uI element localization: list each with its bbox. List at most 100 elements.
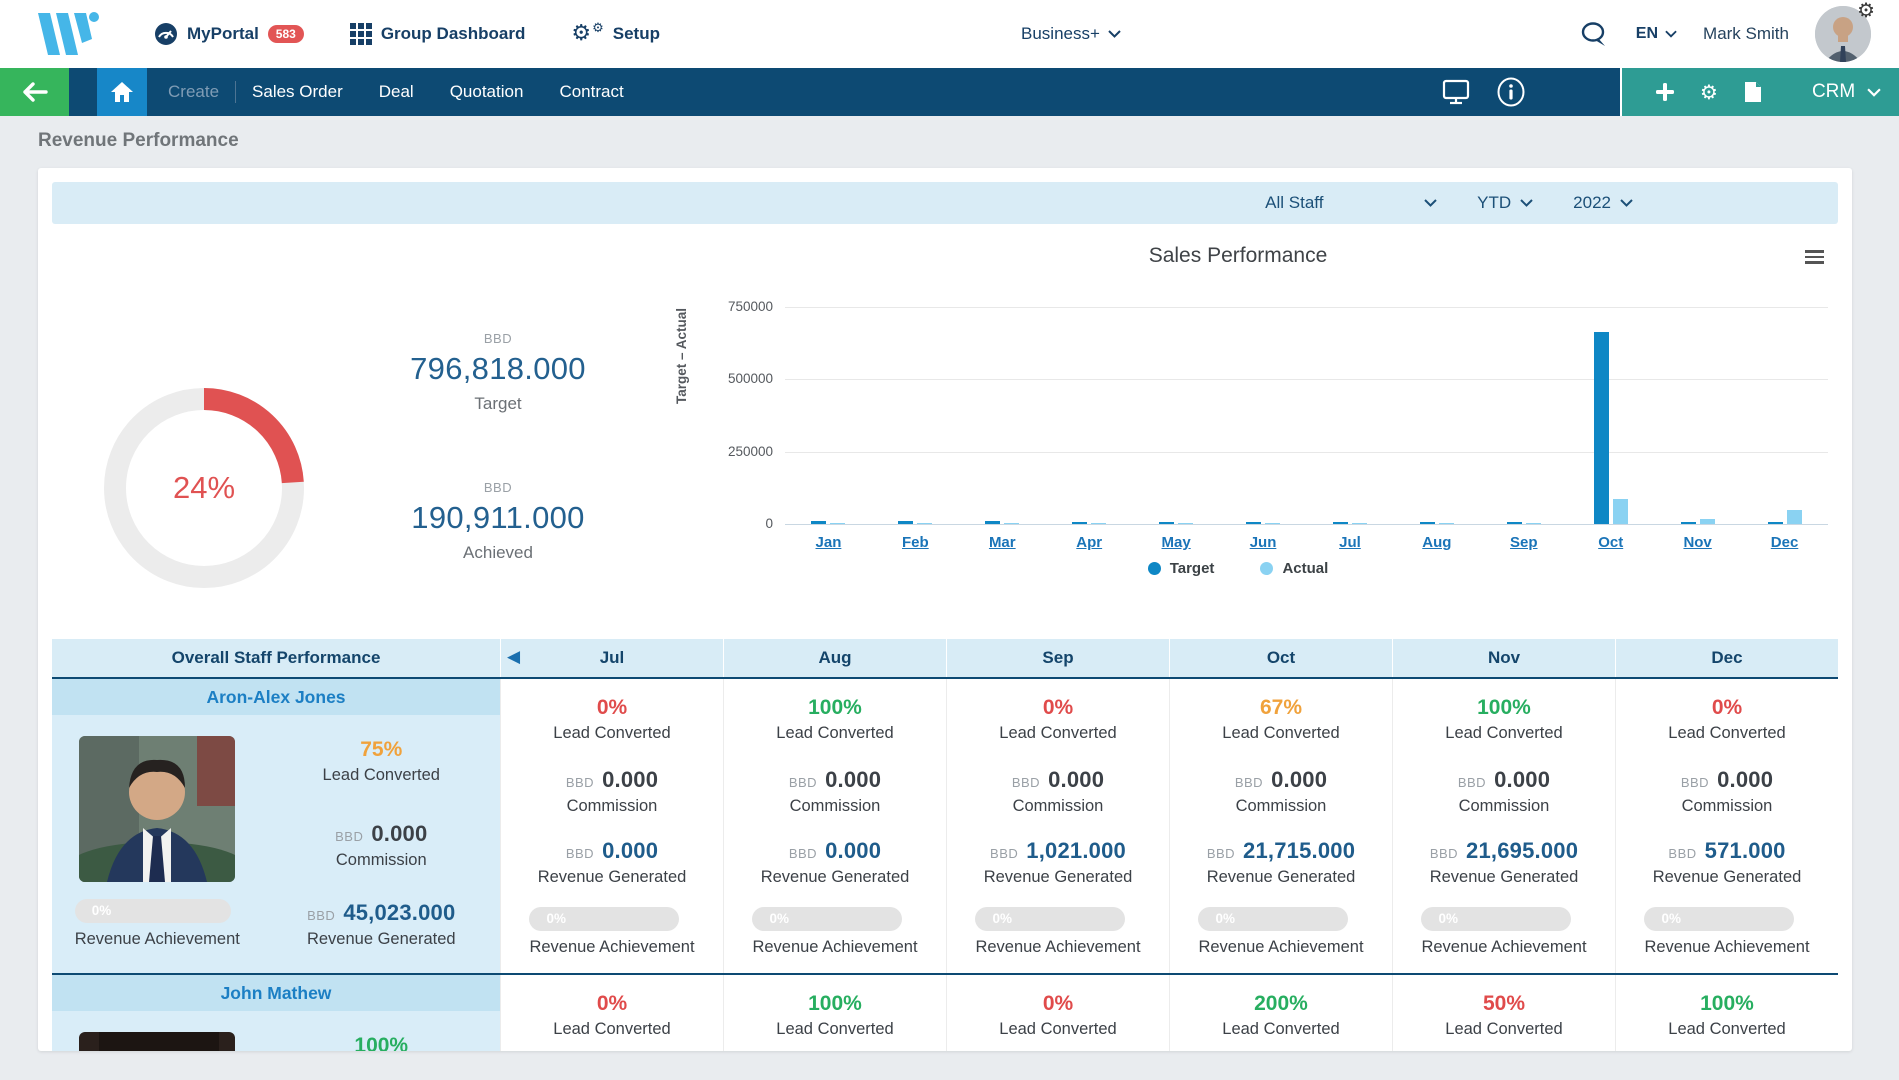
revenue-achievement-stat: 0%Revenue Achievement	[975, 907, 1140, 957]
module-settings-gear-icon[interactable]: ⚙	[1700, 82, 1718, 102]
lead-converted-label: Lead Converted	[1668, 1020, 1785, 1039]
revenue-generated-label: Revenue Generated	[984, 868, 1133, 887]
chart-legend: Target Actual	[638, 560, 1838, 577]
chart-y-tick: 750000	[703, 299, 773, 314]
gears-icon: ⚙	[571, 23, 591, 45]
module-toolbar: ⚙ CRM	[1620, 68, 1899, 116]
lead-converted-stat: 0%Lead Converted	[553, 992, 670, 1039]
chat-icon[interactable]	[1580, 21, 1610, 48]
chart-y-tick: 500000	[703, 371, 773, 386]
chart-gridline	[785, 307, 1828, 308]
legend-item-target[interactable]: Target	[1148, 560, 1215, 577]
lead-converted-label: Lead Converted	[1445, 724, 1562, 743]
revenue-achievement-stat: 0%Revenue Achievement	[75, 899, 240, 949]
actual-bar-nov	[1700, 519, 1715, 524]
staff-photo	[79, 736, 235, 882]
month-header-label: Sep	[1042, 648, 1073, 668]
chart-month-link-oct[interactable]: Oct	[1567, 534, 1654, 551]
chart-month-link-aug[interactable]: Aug	[1393, 534, 1480, 551]
commission-stat: BBD0.000Commission	[1681, 767, 1773, 816]
chart-month-link-jul[interactable]: Jul	[1307, 534, 1394, 551]
legend-dot-target	[1148, 562, 1161, 575]
user-settings-gear-icon[interactable]: ⚙	[1857, 0, 1875, 22]
revenue-generated-value-row: BBD21,695.000	[1430, 838, 1579, 864]
lead-converted-percent: 100%	[323, 1034, 440, 1051]
commission-value-row: BBD 0.000	[566, 767, 658, 793]
lead-converted-percent: 200%	[1222, 992, 1339, 1016]
lead-converted-stat: 0%Lead Converted	[553, 696, 670, 743]
legend-item-actual[interactable]: Actual	[1260, 560, 1328, 577]
nav-group-dashboard[interactable]: Group Dashboard	[350, 23, 526, 45]
create-link-sales-order[interactable]: Sales Order	[252, 82, 343, 102]
currency-label: BBD	[566, 775, 594, 790]
nav-setup[interactable]: ⚙ ⚙ Setup	[571, 23, 660, 45]
month-cell-nov: 50%Lead Converted	[1392, 975, 1615, 1051]
chart-month-link-feb[interactable]: Feb	[872, 534, 959, 551]
business-plus-dropdown[interactable]: Business+	[1021, 24, 1121, 44]
target-bar-aug	[1420, 522, 1435, 524]
grid-icon	[350, 23, 372, 45]
revenue-achievement-percent: 0%	[1661, 911, 1681, 926]
info-button[interactable]	[1496, 68, 1526, 116]
chart-menu-icon[interactable]	[1805, 250, 1824, 267]
create-link-quotation[interactable]: Quotation	[450, 82, 524, 102]
module-selector[interactable]: CRM	[1812, 81, 1881, 103]
lead-converted-stat: 100%Lead Converted	[323, 1034, 440, 1051]
chart-month-link-sep[interactable]: Sep	[1480, 534, 1567, 551]
lead-converted-percent: 100%	[776, 696, 893, 720]
lead-converted-label: Lead Converted	[1668, 724, 1785, 743]
back-button[interactable]	[0, 68, 69, 116]
revenue-achievement-label: Revenue Achievement	[529, 938, 694, 957]
screen-view-button[interactable]	[1442, 68, 1470, 116]
chart-gridline	[785, 524, 1828, 525]
legend-dot-actual	[1260, 562, 1273, 575]
module-navbar: Create Sales OrderDealQuotationContract …	[0, 68, 1899, 116]
currency-label: BBD	[1458, 775, 1486, 790]
chart-month-link-jun[interactable]: Jun	[1220, 534, 1307, 551]
revenue-generated-value-row: BBD1,021.000	[984, 838, 1133, 864]
language-dropdown[interactable]: EN	[1636, 25, 1677, 43]
target-bar-mar	[985, 521, 1000, 524]
lead-converted-stat: 100%Lead Converted	[1668, 992, 1785, 1039]
lead-converted-label: Lead Converted	[776, 724, 893, 743]
table-header-row: Overall Staff Performance ◀JulAugSepOctN…	[52, 639, 1838, 679]
home-button[interactable]	[97, 68, 147, 116]
staff-stats-column: 100%Lead Converted	[263, 1032, 500, 1051]
lead-converted-stat: 0%Lead Converted	[999, 992, 1116, 1039]
actual-bar-mar	[1004, 523, 1019, 524]
staff-performance-table: Overall Staff Performance ◀JulAugSepOctN…	[52, 639, 1838, 1051]
lead-converted-stat: 50%Lead Converted	[1445, 992, 1562, 1039]
commission-label: Commission	[1012, 797, 1104, 816]
previous-months-arrow-icon[interactable]: ◀	[507, 647, 520, 667]
commission-value: 0.000	[602, 767, 658, 793]
lead-converted-stat: 100% Lead Converted	[776, 696, 893, 743]
add-icon[interactable]	[1656, 83, 1674, 101]
create-link-contract[interactable]: Contract	[559, 82, 623, 102]
month-cell-nov: 100%Lead ConvertedBBD0.000CommissionBBD2…	[1392, 679, 1615, 973]
chart-month-link-mar[interactable]: Mar	[959, 534, 1046, 551]
chart-month-link-apr[interactable]: Apr	[1046, 534, 1133, 551]
commission-value-row: BBD0.000	[1681, 767, 1773, 793]
revenue-generated-value-row: BBD0.000	[538, 838, 687, 864]
chart-month-link-may[interactable]: May	[1133, 534, 1220, 551]
month-cell-dec: 0%Lead ConvertedBBD0.000CommissionBBD571…	[1615, 679, 1838, 973]
nav-myportal-label: MyPortal	[187, 24, 259, 44]
create-link-deal[interactable]: Deal	[379, 82, 414, 102]
staff-summary-cell: John Mathew100%Lead Converted	[52, 975, 500, 1051]
achievement-donut-chart: 24%	[102, 386, 306, 590]
commission-label: Commission	[789, 797, 881, 816]
nav-separator	[235, 81, 236, 103]
lead-converted-stat: 100%Lead Converted	[1445, 696, 1562, 743]
chart-month-link-dec[interactable]: Dec	[1741, 534, 1828, 551]
chart-month-link-nov[interactable]: Nov	[1654, 534, 1741, 551]
revenue-achievement-progressbar: 0%	[1421, 907, 1571, 931]
revenue-generated-stat: BBD21,695.000Revenue Generated	[1430, 838, 1579, 887]
nav-myportal[interactable]: MyPortal 583	[154, 22, 304, 46]
lead-converted-label: Lead Converted	[1445, 1020, 1562, 1039]
document-icon[interactable]	[1744, 81, 1762, 103]
revenue-achievement-stat: 0%Revenue Achievement	[1198, 907, 1363, 957]
chart-month-link-jan[interactable]: Jan	[785, 534, 872, 551]
company-logo-icon[interactable]	[30, 9, 102, 59]
revenue-generated-value: 571.000	[1705, 838, 1786, 864]
module-name-label: CRM	[1812, 81, 1855, 103]
